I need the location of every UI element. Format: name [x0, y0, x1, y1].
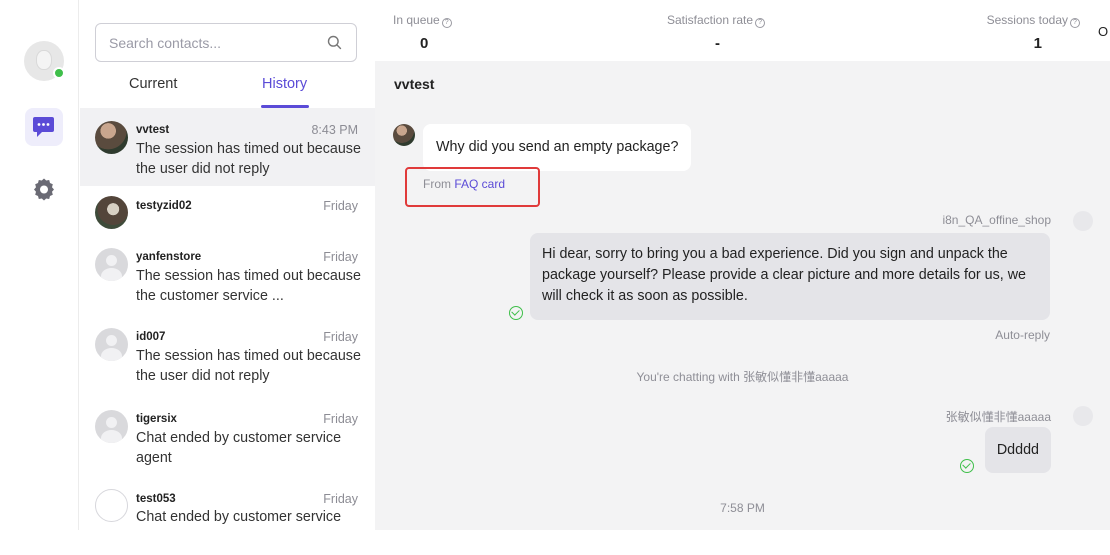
avatar-face — [36, 50, 52, 70]
user-avatar[interactable] — [24, 41, 65, 81]
contact-time: Friday — [323, 250, 358, 264]
message-source: From FAQ card — [423, 177, 506, 191]
contact-preview: The session has timed out because the us… — [136, 348, 361, 384]
contact-preview: The session has timed out because the cu… — [136, 268, 361, 304]
avatar — [95, 489, 128, 522]
contact-name: yanfenstore — [136, 251, 202, 263]
agent-name: i8n_QA_offine_shop — [942, 213, 1051, 227]
contact-name: test053 — [136, 493, 176, 505]
chat-panel: In queue? 0 Satisfaction rate? - Session… — [375, 0, 1110, 530]
stat-in-queue-value: 0 — [420, 35, 429, 52]
help-icon[interactable]: ? — [441, 18, 452, 28]
contact-item-id007[interactable]: id007 Friday The session has timed out b… — [80, 317, 375, 395]
system-note: You're chatting with 张敏似懂非懂aaaaa — [636, 370, 849, 384]
contact-preview: Chat ended by customer service — [136, 509, 342, 525]
app: Current History vvtest 8:43 PM The sessi… — [0, 0, 1110, 555]
help-icon[interactable]: ? — [1070, 18, 1080, 28]
stat-sessions-value: 1 — [1033, 35, 1042, 52]
overflow-text: O — [1098, 24, 1109, 39]
contact-list: vvtest 8:43 PM The session has timed out… — [80, 108, 375, 530]
contact-name: id007 — [136, 331, 166, 343]
contact-tabs: Current History — [80, 70, 375, 108]
search-box[interactable] — [95, 23, 357, 62]
help-icon[interactable]: ? — [755, 18, 766, 28]
contact-time: Friday — [323, 492, 358, 506]
auto-reply-label: Auto-reply — [995, 328, 1050, 342]
agent-name: 张敏似懂非懂aaaaa — [945, 410, 1051, 424]
settings-icon — [34, 178, 54, 201]
contact-time: 8:43 PM — [311, 123, 358, 137]
settings-nav-button[interactable] — [25, 170, 63, 208]
bottom-strip — [0, 530, 1110, 555]
faq-card-link[interactable]: FAQ card — [454, 177, 505, 191]
outgoing-message: Ddddd — [984, 427, 1051, 473]
contact-time: Friday — [323, 199, 358, 213]
avatar — [95, 328, 128, 361]
contact-preview: Chat ended by customer service agent — [136, 430, 342, 466]
stat-satisfaction-value: - — [715, 35, 720, 52]
search-icon[interactable] — [327, 35, 342, 50]
contact-item-vvtest[interactable]: vvtest 8:43 PM The session has timed out… — [80, 108, 375, 186]
chat-title: vvtest — [394, 76, 435, 92]
agent-avatar — [1073, 211, 1093, 231]
check-icon — [509, 306, 523, 320]
contact-time: Friday — [323, 412, 358, 426]
contact-time: Friday — [323, 330, 358, 344]
outgoing-message: Hi dear, sorry to bring you a bad experi… — [530, 233, 1050, 320]
customer-avatar — [393, 124, 415, 146]
stats-bar: In queue? 0 Satisfaction rate? - Session… — [375, 0, 1110, 61]
contact-item-testyzid02[interactable]: testyzid02 Friday — [80, 186, 375, 239]
chat-icon — [33, 117, 54, 137]
contact-name: tigersix — [136, 413, 177, 425]
contacts-panel: Current History vvtest 8:43 PM The sessi… — [80, 0, 375, 530]
stat-sessions-label: Sessions today? — [987, 13, 1080, 28]
avatar — [95, 248, 128, 281]
contact-item-tigersix[interactable]: tigersix Friday Chat ended by customer s… — [80, 395, 375, 473]
avatar — [95, 121, 128, 154]
check-icon — [960, 459, 974, 473]
tab-history[interactable]: History — [262, 76, 307, 92]
left-rail — [0, 0, 79, 530]
tab-current[interactable]: Current — [129, 76, 177, 92]
contact-name: vvtest — [136, 124, 170, 136]
chat-nav-button[interactable] — [25, 108, 63, 146]
stat-satisfaction-label: Satisfaction rate? — [667, 13, 766, 28]
contact-item-yanfenstore[interactable]: yanfenstore Friday The session has timed… — [80, 239, 375, 317]
avatar — [95, 410, 128, 443]
contact-item-test053[interactable]: test053 Friday Chat ended by customer se… — [80, 473, 375, 530]
incoming-message: Why did you send an empty package? — [423, 124, 692, 171]
timestamp: 7:58 PM — [720, 501, 765, 515]
contact-name: testyzid02 — [136, 200, 192, 212]
online-status-dot — [53, 67, 65, 79]
stat-in-queue-label: In queue? — [393, 13, 452, 28]
agent-avatar — [1073, 406, 1093, 426]
avatar — [95, 196, 128, 229]
search-input[interactable] — [109, 33, 309, 53]
contact-preview: The session has timed out because the us… — [136, 141, 361, 177]
